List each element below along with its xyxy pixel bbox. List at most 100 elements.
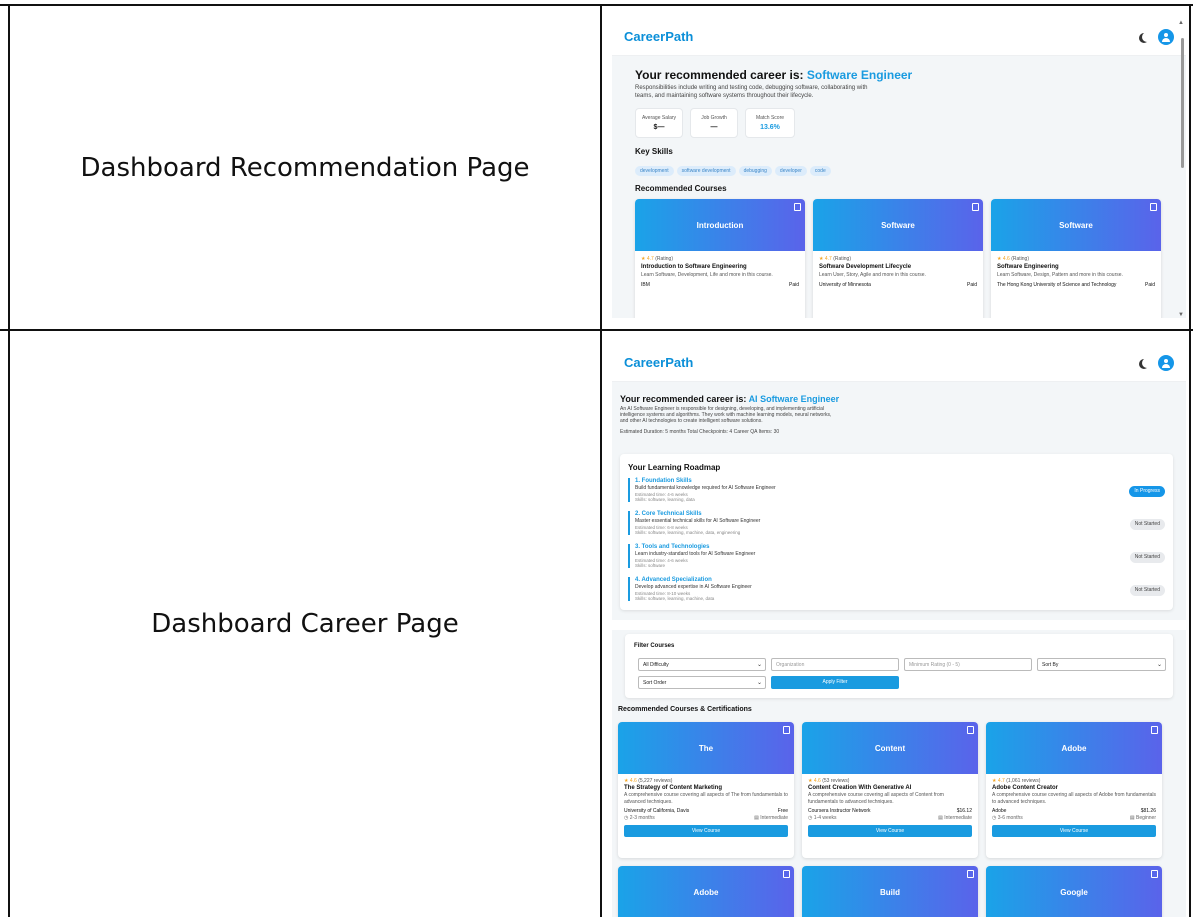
- clock-icon: ◷: [992, 815, 997, 821]
- course-description: Learn User, Story, Agile and more in thi…: [819, 272, 926, 278]
- difficulty-select[interactable]: All Difficulty ⌄: [638, 658, 766, 671]
- bookmark-icon[interactable]: [1151, 726, 1158, 734]
- comparison-grid: Dashboard Recommendation Page Dashboard …: [0, 0, 1193, 917]
- chevron-down-icon: ⌄: [756, 662, 762, 668]
- scroll-down-icon[interactable]: ▼: [1178, 312, 1184, 318]
- course-card[interactable]: Software ★ 4.6 (Rating) Software Enginee…: [991, 199, 1161, 318]
- course-card[interactable]: Adobe ★ 4.7 (1,061 reviews) Adobe Conten…: [986, 722, 1162, 858]
- row-label-recommendation: Dashboard Recommendation Page: [80, 152, 530, 183]
- star-icon: ★: [624, 778, 629, 784]
- stat-match-score: Match Score 13.6%: [745, 108, 795, 138]
- clock-icon: ◷: [808, 815, 813, 821]
- course-card[interactable]: Content ★ 4.6 (53 reviews) Content Creat…: [802, 722, 978, 858]
- star-icon: ★: [641, 256, 646, 262]
- border-divider: [600, 4, 602, 917]
- status-badge: Not Started: [1129, 552, 1165, 563]
- view-course-button[interactable]: View Course: [992, 825, 1156, 837]
- sort-order-select[interactable]: Sort Order ⌄: [638, 676, 766, 689]
- course-banner: Adobe: [986, 722, 1162, 774]
- course-description: A comprehensive course covering all aspe…: [992, 792, 1156, 805]
- filter-title: Filter Courses: [634, 643, 675, 649]
- status-badge: Not Started: [1129, 519, 1165, 530]
- star-icon: ★: [997, 256, 1002, 262]
- course-banner: Build: [802, 866, 978, 917]
- bookmark-icon[interactable]: [1150, 203, 1157, 211]
- status-badge: In Progress: [1129, 486, 1165, 497]
- career-name: Software Engineer: [806, 68, 913, 82]
- level-icon: ▤: [754, 815, 759, 821]
- moon-icon[interactable]: [1142, 32, 1152, 42]
- scroll-up-icon[interactable]: ▲: [1178, 20, 1184, 26]
- sort-by-select[interactable]: Sort By ⌄: [1037, 658, 1166, 671]
- moon-icon[interactable]: [1142, 358, 1152, 368]
- row-label-career: Dashboard Career Page: [151, 609, 459, 639]
- filter-courses-panel: Filter Courses All Difficulty ⌄ Organizat…: [625, 634, 1173, 698]
- course-title: Introduction to Software Engineering: [641, 264, 747, 270]
- bookmark-icon[interactable]: [972, 203, 979, 211]
- course-card[interactable]: Build: [802, 866, 978, 917]
- user-avatar-icon[interactable]: [1158, 354, 1174, 371]
- bookmark-icon[interactable]: [794, 203, 801, 211]
- course-price: Paid: [1144, 282, 1155, 288]
- course-banner: Adobe: [618, 866, 794, 917]
- view-course-button[interactable]: View Course: [808, 825, 972, 837]
- stat-job-growth: Job Growth —: [690, 108, 738, 138]
- app-logo[interactable]: CareerPath: [624, 29, 693, 44]
- course-card[interactable]: Introduction ★ 4.7 (Rating) Introduction…: [635, 199, 805, 318]
- section-gap: [612, 620, 1186, 630]
- course-card[interactable]: Software ★ 4.7 (Rating) Software Develop…: [813, 199, 983, 318]
- border-right: [1189, 4, 1191, 917]
- course-banner: Software: [991, 199, 1161, 251]
- page-title: Your recommended career is: Software Eng…: [635, 68, 913, 82]
- course-card[interactable]: The ★ 4.6 (5,227 reviews) The Strategy o…: [618, 722, 794, 858]
- career-description: An AI Software Engineer is responsible f…: [620, 406, 832, 424]
- organization-input[interactable]: Organization: [771, 658, 899, 671]
- course-card[interactable]: Adobe: [618, 866, 794, 917]
- course-description: Learn Software, Development, Life and mo…: [641, 272, 773, 278]
- course-banner: The: [618, 722, 794, 774]
- course-banner: Google: [986, 866, 1162, 917]
- app-logo[interactable]: CareerPath: [624, 355, 693, 370]
- min-rating-input[interactable]: Minimum Rating (0 - 5): [904, 658, 1032, 671]
- course-title: The Strategy of Content Marketing: [624, 785, 723, 791]
- stat-average-salary: Average Salary $—: [635, 108, 683, 138]
- star-icon: ★: [819, 256, 824, 262]
- level-icon: ▤: [1129, 815, 1135, 821]
- course-banner: Software: [813, 199, 983, 251]
- skill-chip: developer: [774, 166, 807, 176]
- bookmark-icon[interactable]: [1151, 870, 1158, 878]
- course-description: Learn Software, Design, Pattern and more…: [997, 272, 1123, 278]
- level-icon: ▤: [938, 815, 943, 821]
- roadmap-step[interactable]: 1. Foundation Skills Build fundamental kn…: [628, 478, 1165, 502]
- roadmap-title: Your Learning Roadmap: [628, 463, 721, 472]
- view-course-button[interactable]: View Course: [624, 825, 788, 837]
- courses-heading: Recommended Courses & Certifications: [618, 706, 752, 713]
- scrollbar-thumb[interactable]: [1181, 38, 1184, 168]
- bookmark-icon[interactable]: [783, 870, 790, 878]
- top-nav: CareerPath: [612, 344, 1186, 382]
- career-name: AI Software Engineer: [748, 394, 840, 404]
- star-icon: ★: [992, 778, 997, 784]
- course-title: Software Development Lifecycle: [819, 264, 912, 270]
- course-description: A comprehensive course covering all aspe…: [624, 792, 788, 805]
- course-description: A comprehensive course covering all aspe…: [808, 792, 944, 805]
- learning-roadmap: Your Learning Roadmap 1. Foundation Skil…: [620, 454, 1173, 610]
- apply-filter-button[interactable]: Apply Filter: [771, 676, 899, 689]
- career-page-screenshot: CareerPath Your recommended career is: A…: [612, 344, 1186, 917]
- skills-list: development software development debugging…: [635, 159, 834, 177]
- skill-chip: debugging: [738, 166, 772, 176]
- course-card[interactable]: Google: [986, 866, 1162, 917]
- course-price: Paid: [966, 282, 977, 288]
- clock-icon: ◷: [624, 815, 629, 821]
- bookmark-icon[interactable]: [783, 726, 790, 734]
- career-meta: Estimated Duration: 5 months Total Check…: [620, 429, 780, 435]
- roadmap-step[interactable]: 4. Advanced Specialization Develop advanc…: [628, 577, 1165, 601]
- course-banner: Introduction: [635, 199, 805, 251]
- roadmap-step[interactable]: 2. Core Technical Skills Master essential…: [628, 511, 1165, 535]
- bookmark-icon[interactable]: [967, 870, 974, 878]
- courses-heading: Recommended Courses: [635, 184, 727, 193]
- bookmark-icon[interactable]: [967, 726, 974, 734]
- skill-chip: development: [635, 166, 674, 176]
- roadmap-step[interactable]: 3. Tools and Technologies Learn industry-…: [628, 544, 1165, 568]
- user-avatar-icon[interactable]: [1158, 28, 1174, 45]
